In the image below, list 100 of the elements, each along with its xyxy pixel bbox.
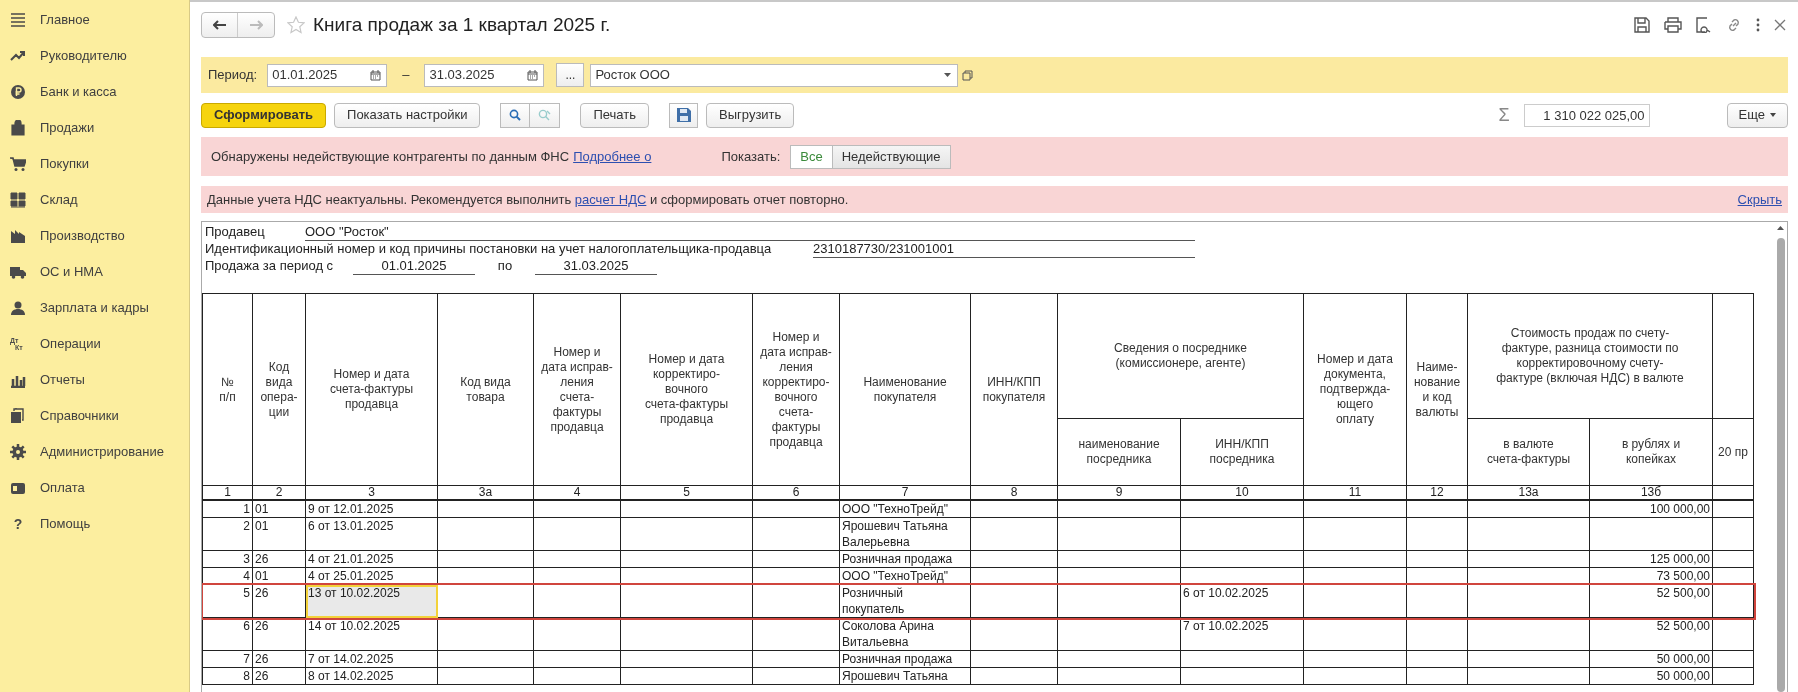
column-number: 9 bbox=[1057, 485, 1181, 500]
table-cell: Ярошевич Татьяна bbox=[839, 667, 971, 685]
date-to-field[interactable]: 31.03.2025 bbox=[424, 63, 545, 87]
table-cell: 3 bbox=[202, 550, 253, 568]
show-label: Показать: bbox=[721, 147, 781, 166]
table-cell: 01 bbox=[252, 517, 306, 551]
table-cell: 7 от 10.02.2025 bbox=[1180, 617, 1304, 651]
dropdown-caret-icon[interactable] bbox=[944, 73, 952, 77]
search-button[interactable] bbox=[500, 102, 531, 128]
column-number: 8 bbox=[970, 485, 1058, 500]
table-cell: 7 от 14.02.2025 bbox=[305, 650, 438, 668]
column-header: Код вида товара bbox=[437, 293, 534, 486]
column-header: ИНН/КПП покупателя bbox=[970, 293, 1058, 486]
filter-toggle[interactable]: Все bbox=[790, 144, 833, 169]
column-number: 10 bbox=[1180, 485, 1304, 500]
sidebar-item[interactable]: Склад bbox=[0, 182, 189, 218]
sidebar-item[interactable]: Производство bbox=[0, 218, 189, 254]
sidebar-item[interactable]: Оплата bbox=[0, 470, 189, 506]
factory-icon bbox=[10, 228, 26, 244]
save-button[interactable] bbox=[669, 102, 699, 128]
date-from-field[interactable]: 01.01.2025 bbox=[267, 63, 388, 87]
column-number: 3 bbox=[305, 485, 438, 500]
column-header: Наименование покупателя bbox=[839, 293, 971, 486]
sidebar-item[interactable]: Зарплата и кадры bbox=[0, 290, 189, 326]
warning-message: Данные учета НДС неактуальны. Рекомендуется выполнить расчет НДС и сформировать отчет повторно. bbox=[207, 190, 849, 209]
select-period-button[interactable]: ... bbox=[556, 63, 585, 87]
table-cell: 5 bbox=[202, 584, 253, 618]
column-header: Номер и дата документа, подтвержда- ющего оплату bbox=[1303, 293, 1407, 486]
inn-label: Идентификационный номер и код причины постановки на учет налогоплательщика-продавца bbox=[205, 241, 773, 258]
table-cell: Ярошевич Татьяна Валерьевна bbox=[839, 517, 971, 551]
sidebar-item[interactable]: Покупки bbox=[0, 146, 189, 182]
sidebar-item[interactable]: Продажи bbox=[0, 110, 189, 146]
link-icon[interactable] bbox=[1726, 17, 1742, 33]
sidebar-item[interactable]: Справочники bbox=[0, 398, 189, 434]
scroll-up-icon[interactable] bbox=[1777, 226, 1784, 230]
export-button[interactable]: Выгрузить bbox=[706, 102, 795, 128]
column-header: Номер и дата исправ- ления корректиро- вочного счета- фактуры продавца bbox=[752, 293, 840, 486]
table-cell: 6 bbox=[202, 617, 253, 651]
sidebar-item[interactable]: ОС и НМА bbox=[0, 254, 189, 290]
more-icon[interactable] bbox=[1756, 18, 1760, 32]
sidebar-item[interactable]: Руководителю bbox=[0, 38, 189, 74]
column-number: 2 bbox=[252, 485, 306, 500]
vat-calculation-link[interactable]: расчет НДС bbox=[574, 191, 647, 207]
table-cell: 26 bbox=[252, 617, 306, 651]
sidebar-item[interactable]: Отчеты bbox=[0, 362, 189, 398]
open-icon[interactable] bbox=[962, 69, 974, 81]
table-cell: 26 bbox=[252, 650, 306, 668]
organization-field[interactable]: Росток ООО bbox=[590, 63, 959, 87]
search-cancel-icon bbox=[538, 109, 552, 121]
table-cell: 7 bbox=[202, 650, 253, 668]
scrollbar-thumb[interactable] bbox=[1776, 238, 1785, 692]
help-mark: ? bbox=[12, 514, 24, 534]
column-header: Стоимость продаж по счету- фактуре, разница стоимости по корректировочному счету- фактуре (включая НДС) в валюте bbox=[1467, 293, 1713, 419]
calendar-icon[interactable] bbox=[527, 69, 539, 81]
sidebar-item[interactable]: Главное bbox=[0, 2, 189, 38]
table-cell: 4 bbox=[202, 567, 253, 585]
more-menu-button[interactable]: Еще bbox=[1726, 102, 1788, 128]
star-icon[interactable] bbox=[287, 16, 305, 34]
table-cell: Розничная продажа bbox=[839, 650, 971, 668]
sidebar-item[interactable]: ? Помощь bbox=[0, 506, 189, 542]
details-link[interactable]: Подробнее о bbox=[573, 146, 652, 167]
generate-button[interactable]: Сформировать bbox=[201, 102, 327, 128]
table-cell: 14 от 10.02.2025 bbox=[305, 617, 438, 651]
table-cell: 6 от 13.01.2025 bbox=[305, 517, 438, 551]
settings-icon bbox=[10, 444, 26, 460]
print-button[interactable]: Печать bbox=[580, 102, 650, 128]
column-number: 7 bbox=[839, 485, 971, 500]
caret-icon bbox=[1770, 113, 1776, 117]
seller-label: Продавец bbox=[205, 224, 266, 241]
table-cell: 52 500,00 bbox=[1589, 617, 1713, 651]
table-cell: 100 000,00 bbox=[1589, 500, 1713, 518]
calendar-icon[interactable] bbox=[370, 69, 382, 81]
sidebar-item[interactable]: Администрирование bbox=[0, 434, 189, 470]
preview-icon[interactable] bbox=[1696, 17, 1712, 33]
column-header: Номер и дата корректиро- вочного счета-фактуры продавца bbox=[620, 293, 753, 486]
table-cell: 50 000,00 bbox=[1589, 650, 1713, 668]
period-label: Продажа за период с bbox=[205, 258, 335, 275]
column-number: 5 bbox=[620, 485, 753, 500]
print-icon[interactable] bbox=[1664, 17, 1682, 33]
shopping-bag-icon bbox=[10, 120, 26, 136]
period-to-label: по bbox=[496, 258, 514, 275]
hide-link[interactable]: Скрыть bbox=[1737, 189, 1782, 210]
floppy-icon bbox=[676, 108, 691, 122]
grid-icon bbox=[10, 192, 26, 208]
sidebar-item[interactable]: Банк и касса bbox=[0, 74, 189, 110]
close-icon[interactable] bbox=[1774, 19, 1786, 31]
filter-toggle[interactable]: Недействующие bbox=[832, 144, 951, 169]
back-arrow-icon bbox=[212, 20, 227, 30]
wallet-icon bbox=[10, 480, 26, 496]
truck-icon bbox=[10, 264, 26, 280]
show-settings-button[interactable]: Показать настройки bbox=[334, 102, 481, 128]
column-number: 13б bbox=[1589, 485, 1713, 500]
period-from-value: 01.01.2025 bbox=[353, 258, 475, 275]
table-cell: ООО "ТехноТрейд" bbox=[839, 500, 971, 518]
cart-icon bbox=[10, 156, 26, 172]
table-cell: 8 bbox=[202, 667, 253, 685]
save-icon[interactable] bbox=[1634, 17, 1650, 33]
table-cell: 4 от 25.01.2025 bbox=[305, 567, 438, 585]
column-number: 4 bbox=[533, 485, 621, 500]
column-header: в рублях и копейках bbox=[1589, 418, 1713, 486]
